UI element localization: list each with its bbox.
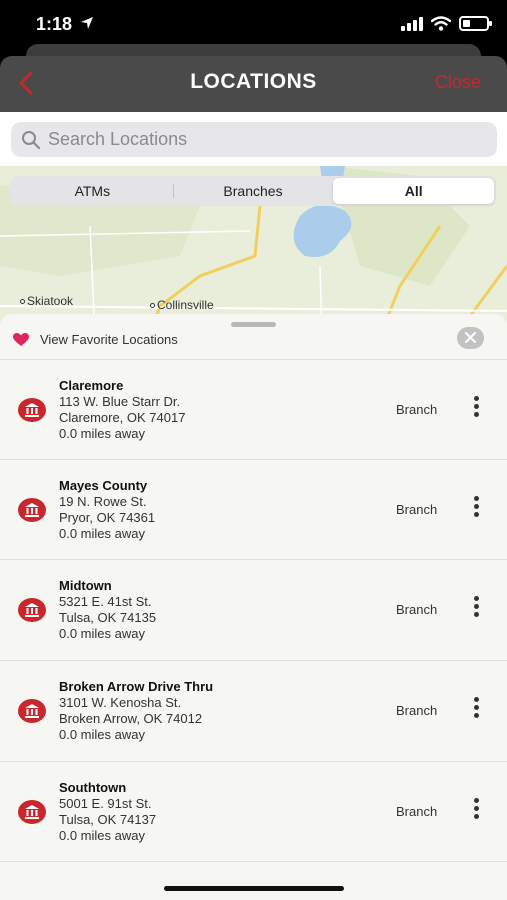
view-favorites-label: View Favorite Locations [40, 332, 178, 347]
more-options-icon[interactable] [468, 697, 484, 723]
filter-segmented-control: ATMs Branches All [10, 176, 496, 206]
location-name: Mayes County [59, 478, 148, 493]
status-time: 1:18 [36, 14, 73, 34]
location-city: Tulsa, OK 74135 [59, 610, 157, 625]
locations-panel: View Favorite Locations Claremore 113 W.… [0, 314, 507, 900]
location-city: Broken Arrow, OK 74012 [59, 711, 203, 726]
location-address: 5001 E. 91st St. [59, 796, 152, 811]
location-address: 5321 E. 41st St. [59, 594, 152, 609]
segment-atms[interactable]: ATMs [12, 178, 173, 204]
location-details: Southtown 5001 E. 91st St. Tulsa, OK 741… [59, 780, 156, 844]
status-indicators [401, 16, 492, 31]
location-distance: 0.0 miles away [59, 828, 145, 843]
location-city: Tulsa, OK 74137 [59, 812, 157, 827]
wifi-icon [431, 16, 451, 31]
search-input[interactable] [48, 122, 478, 157]
segment-branches[interactable]: Branches [172, 178, 334, 204]
location-address: 113 W. Blue Starr Dr. [59, 394, 181, 409]
bank-icon [18, 398, 46, 422]
heart-icon [13, 333, 29, 346]
page-title: LOCATIONS [190, 70, 317, 93]
close-button[interactable]: Close [435, 72, 481, 93]
location-name: Broken Arrow Drive Thru [59, 679, 214, 694]
more-options-icon[interactable] [468, 798, 484, 824]
location-row[interactable]: Mayes County 19 N. Rowe St. Pryor, OK 74… [0, 460, 507, 560]
dismiss-button[interactable] [457, 327, 484, 349]
location-type: Branch [396, 804, 438, 819]
bank-icon [18, 800, 46, 824]
location-name: Southtown [59, 780, 127, 795]
status-bar: 1:18 [0, 0, 507, 48]
location-row[interactable]: Midtown 5321 E. 41st St. Tulsa, OK 74135… [0, 560, 507, 660]
location-name: Claremore [59, 378, 124, 393]
location-distance: 0.0 miles away [59, 626, 145, 641]
search-area [0, 112, 507, 168]
location-details: Broken Arrow Drive Thru 3101 W. Kenosha … [59, 679, 213, 743]
view-favorites-row[interactable]: View Favorite Locations [0, 324, 507, 358]
location-distance: 0.0 miles away [59, 526, 145, 541]
location-row[interactable]: Southtown 5001 E. 91st St. Tulsa, OK 741… [0, 762, 507, 862]
map-label-collinsville: Collinsville [150, 298, 214, 312]
bank-icon [18, 699, 46, 723]
map-dot-icon [150, 303, 155, 309]
cellular-signal-icon [401, 16, 423, 31]
location-name: Midtown [59, 578, 112, 593]
home-indicator[interactable] [164, 886, 344, 891]
battery-icon [459, 16, 492, 31]
map-label-skiatook: Skiatook [20, 294, 73, 308]
location-distance: 0.0 miles away [59, 426, 145, 441]
location-row[interactable]: Broken Arrow Drive Thru 3101 W. Kenosha … [0, 661, 507, 761]
location-type: Branch [396, 602, 438, 617]
location-details: Mayes County 19 N. Rowe St. Pryor, OK 74… [59, 478, 155, 542]
location-arrow-icon [81, 17, 93, 29]
search-icon [22, 131, 41, 150]
location-details: Claremore 113 W. Blue Starr Dr. Claremor… [59, 378, 185, 442]
segment-all[interactable]: All [333, 178, 495, 204]
location-details: Midtown 5321 E. 41st St. Tulsa, OK 74135… [59, 578, 156, 642]
bank-icon [18, 498, 46, 522]
location-city: Claremore, OK 74017 [59, 410, 186, 425]
location-distance: 0.0 miles away [59, 727, 145, 742]
location-city: Pryor, OK 74361 [59, 510, 156, 525]
nav-bar: LOCATIONS Close [0, 56, 507, 112]
divider [0, 861, 507, 862]
more-options-icon[interactable] [468, 496, 484, 522]
location-type: Branch [396, 703, 438, 718]
bank-icon [18, 598, 46, 622]
location-row[interactable]: Claremore 113 W. Blue Starr Dr. Claremor… [0, 360, 507, 460]
location-type: Branch [396, 502, 438, 517]
location-address: 19 N. Rowe St. [59, 494, 147, 509]
more-options-icon[interactable] [468, 596, 484, 622]
location-address: 3101 W. Kenosha St. [59, 695, 182, 710]
more-options-icon[interactable] [468, 396, 484, 422]
close-icon [465, 332, 476, 343]
search-box[interactable] [11, 122, 497, 157]
map-dot-icon [20, 299, 25, 305]
location-type: Branch [396, 402, 438, 417]
